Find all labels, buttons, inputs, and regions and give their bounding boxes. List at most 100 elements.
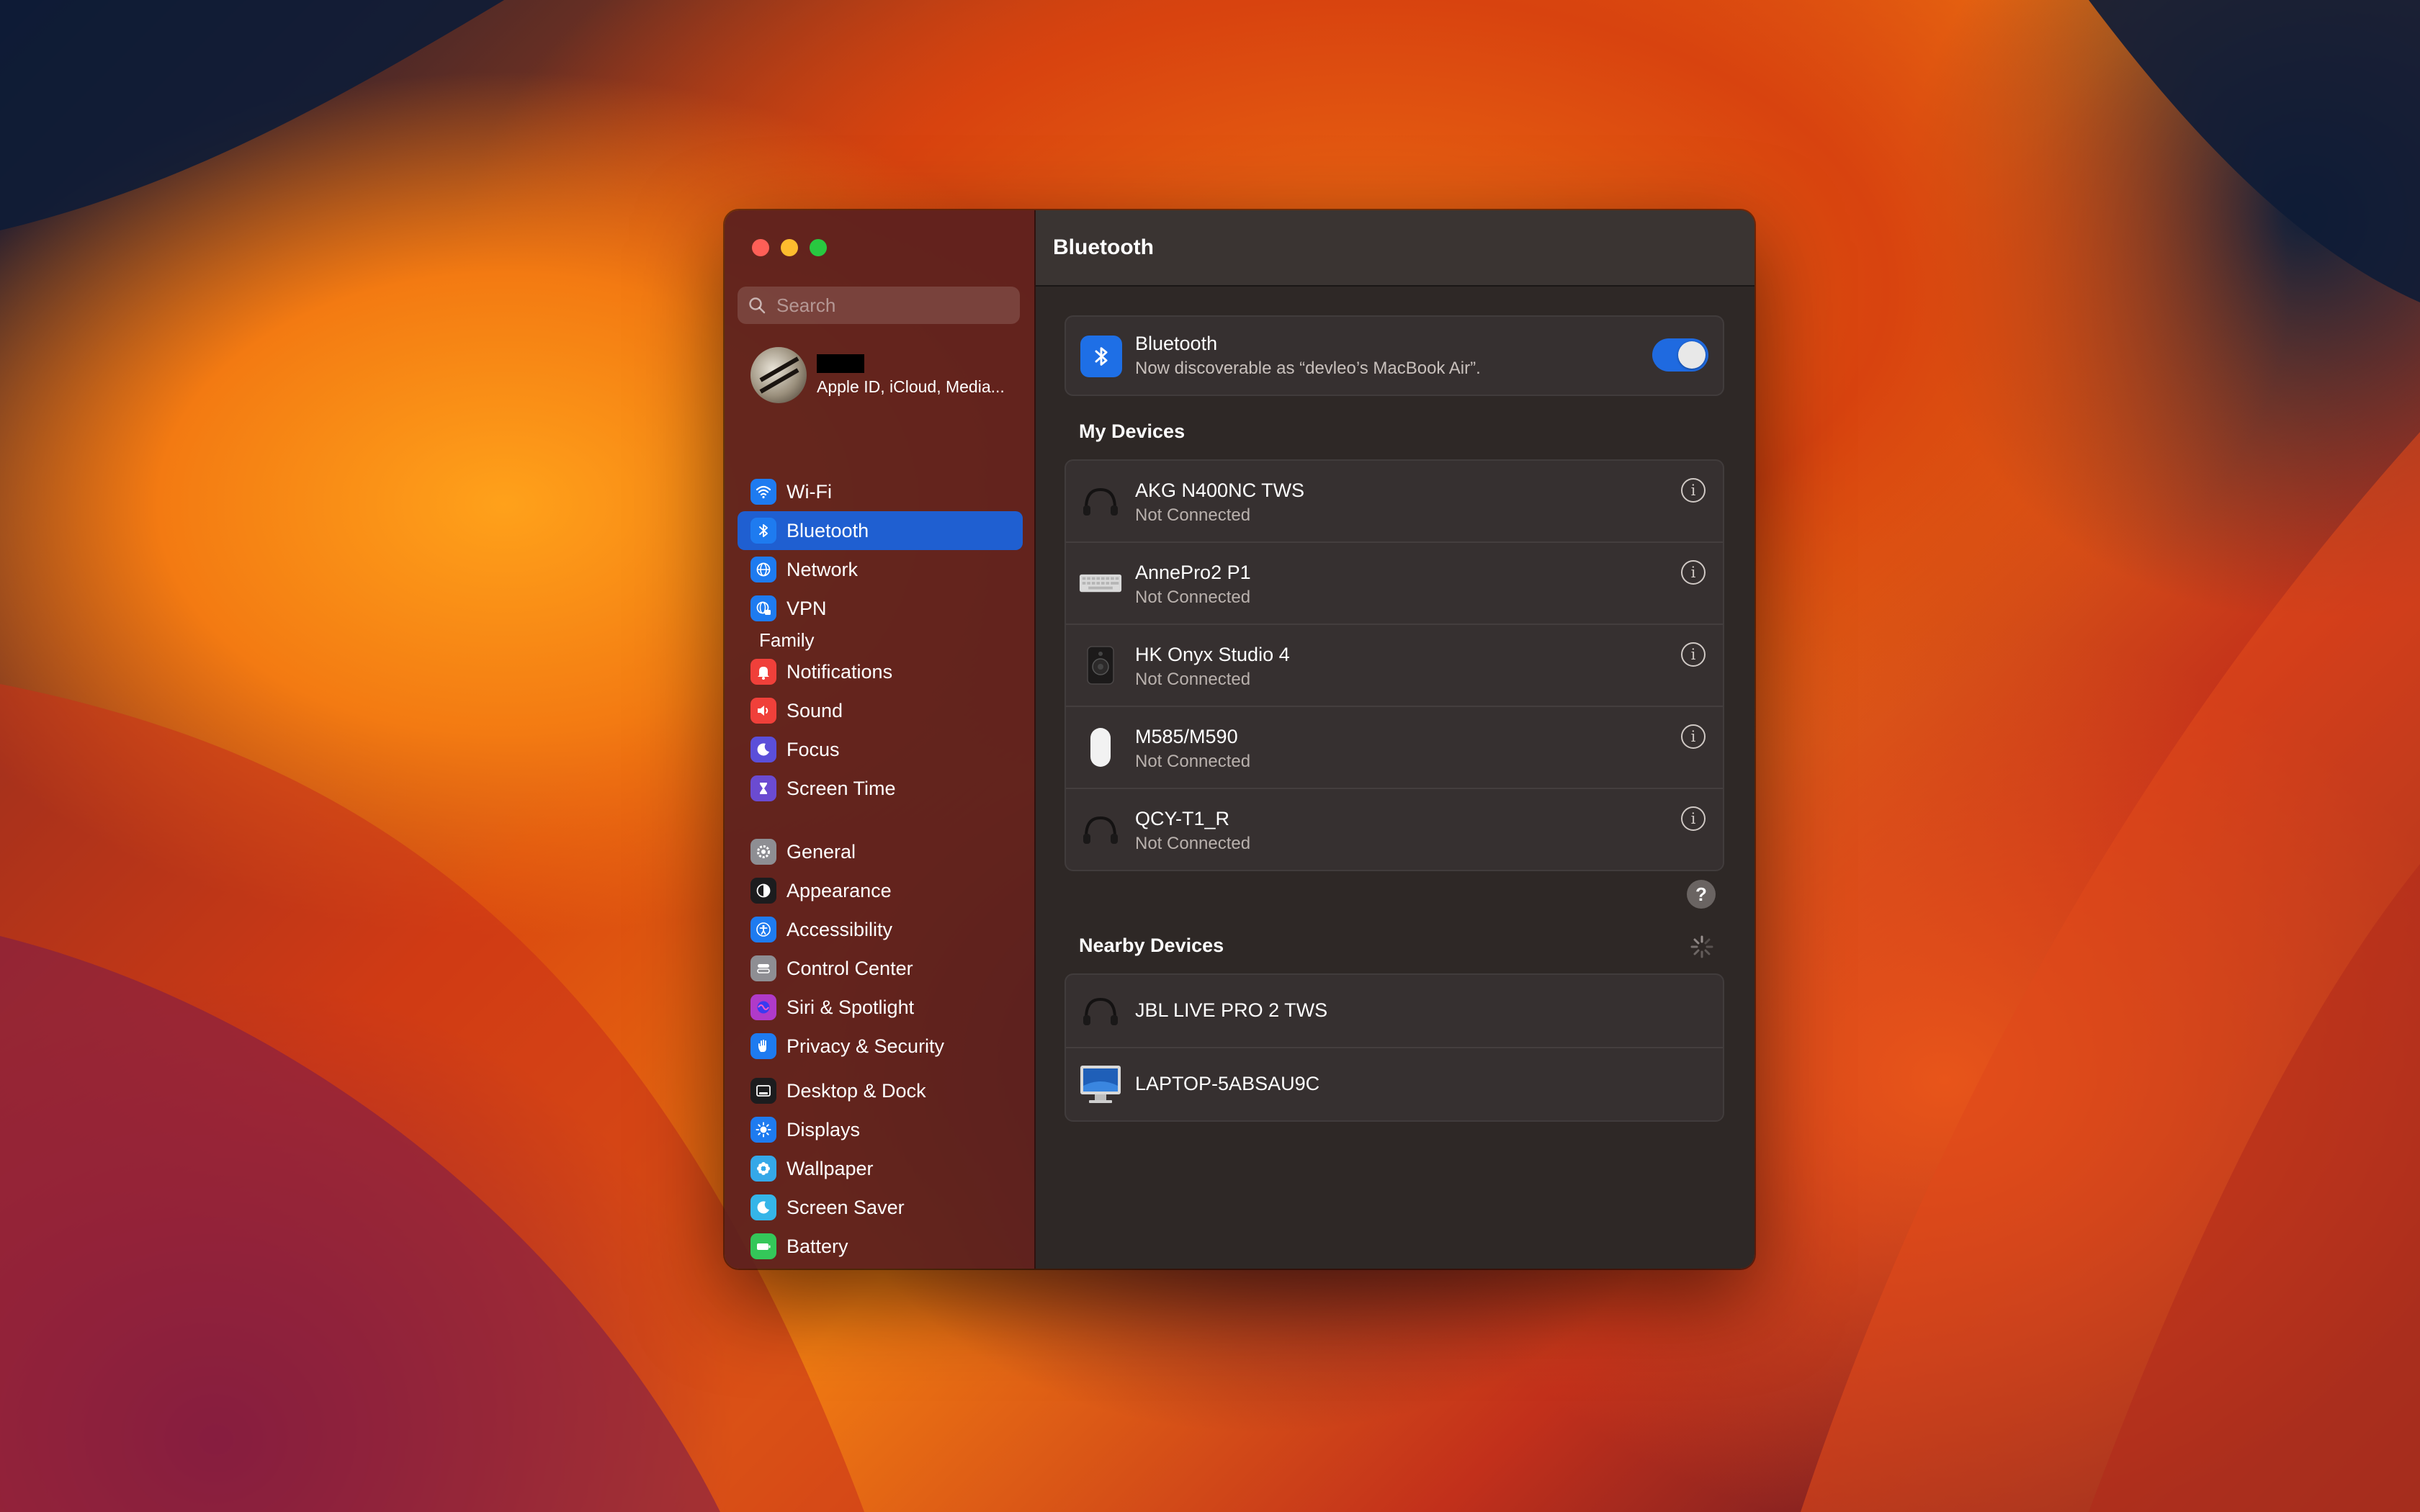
maximize-window-button[interactable]	[810, 239, 827, 256]
sidebar-group: Wi-Fi Bluetooth Network VPN	[738, 472, 1023, 628]
dock-icon	[750, 1078, 776, 1104]
loading-spinner-icon	[1690, 935, 1713, 958]
device-row[interactable]: QCY-T1_R Not Connected i	[1066, 789, 1723, 870]
sidebar-item-family[interactable]: Family	[759, 629, 815, 652]
sidebar-item-displays[interactable]: Displays	[738, 1110, 1023, 1149]
bluetooth-icon	[1080, 336, 1122, 377]
sidebar-item-siri-and-spotlight[interactable]: Siri & Spotlight	[738, 988, 1023, 1027]
sidebar-group: Notifications Sound Focus Screen Time	[738, 652, 1023, 808]
nearby-device-row[interactable]: JBL LIVE PRO 2 TWS	[1066, 975, 1723, 1048]
sidebar-item-general[interactable]: General	[738, 832, 1023, 871]
sidebar-item-screen-saver[interactable]: Screen Saver	[738, 1188, 1023, 1227]
sidebar-item-label: Wi-Fi	[786, 480, 832, 503]
sidebar-item-label: Sound	[786, 699, 843, 721]
sidebar-item-label: Screen Saver	[786, 1196, 905, 1218]
avatar	[750, 347, 807, 403]
moon-icon	[750, 737, 776, 762]
help-button[interactable]: ?	[1687, 880, 1716, 909]
sidebar-item-wallpaper[interactable]: Wallpaper	[738, 1149, 1023, 1188]
control-center-icon	[750, 955, 776, 981]
device-status: Not Connected	[1135, 752, 1251, 771]
profile-subtitle: Apple ID, iCloud, Media...	[817, 377, 1005, 396]
keyboard-icon	[1079, 563, 1122, 603]
device-info-button[interactable]: i	[1681, 560, 1706, 585]
minimize-window-button[interactable]	[781, 239, 798, 256]
sidebar-item-label: Notifications	[786, 660, 893, 683]
sidebar-item-label: Screen Time	[786, 777, 896, 799]
device-row[interactable]: HK Onyx Studio 4 Not Connected i	[1066, 625, 1723, 707]
sidebar-item-screen-time[interactable]: Screen Time	[738, 769, 1023, 808]
device-name: LAPTOP-5ABSAU9C	[1135, 1073, 1320, 1094]
sidebar-item-sound[interactable]: Sound	[738, 691, 1023, 730]
device-info-button[interactable]: i	[1681, 642, 1706, 667]
device-info-button[interactable]: i	[1681, 806, 1706, 831]
sidebar-item-accessibility[interactable]: Accessibility	[738, 910, 1023, 949]
device-status: Not Connected	[1135, 588, 1251, 607]
monitor-icon	[1079, 1064, 1122, 1104]
earbuds-icon	[1079, 991, 1122, 1031]
hourglass-icon	[750, 775, 776, 801]
sidebar-item-label: Privacy & Security	[786, 1035, 945, 1057]
bluetooth-toggle-card: Bluetooth Now discoverable as “devleo’s …	[1065, 315, 1724, 396]
device-row[interactable]: M585/M590 Not Connected i	[1066, 707, 1723, 789]
sidebar-item-wi-fi[interactable]: Wi-Fi	[738, 472, 1023, 511]
close-window-button[interactable]	[752, 239, 769, 256]
earbuds-icon	[1079, 481, 1122, 521]
device-info-button[interactable]: i	[1681, 724, 1706, 749]
device-name: M585/M590	[1135, 726, 1238, 747]
sidebar-item-battery[interactable]: Battery	[738, 1227, 1023, 1266]
sidebar-item-label: Siri & Spotlight	[786, 996, 915, 1018]
sidebar-item-label: Wallpaper	[786, 1157, 874, 1179]
bell-icon	[750, 659, 776, 685]
device-info-button[interactable]: i	[1681, 478, 1706, 503]
bluetooth-toggle[interactable]	[1652, 338, 1708, 372]
mouse-icon	[1079, 727, 1122, 768]
sidebar-item-privacy-and-security[interactable]: Privacy & Security	[738, 1027, 1023, 1066]
sidebar-item-vpn[interactable]: VPN	[738, 589, 1023, 628]
sidebar-group: Desktop & Dock Displays Wallpaper Screen Sa…	[738, 1071, 1023, 1266]
device-name: AnnePro2 P1	[1135, 562, 1251, 583]
system-settings-window: Apple ID, iCloud, Media... Family Wi-Fi B…	[725, 210, 1754, 1269]
sidebar-item-desktop-and-dock[interactable]: Desktop & Dock	[738, 1071, 1023, 1110]
sidebar-item-label: Focus	[786, 738, 840, 760]
apple-id-profile[interactable]: Apple ID, iCloud, Media...	[750, 347, 1005, 403]
page-title: Bluetooth	[1053, 235, 1154, 259]
speaker-icon	[750, 698, 776, 724]
sidebar-item-label: Accessibility	[786, 918, 893, 940]
sidebar-item-label: Control Center	[786, 957, 913, 979]
my-devices-list: AKG N400NC TWS Not Connected i AnnePro2 P1 N…	[1065, 459, 1724, 871]
sidebar-item-control-center[interactable]: Control Center	[738, 949, 1023, 988]
speaker-device-icon	[1079, 645, 1122, 685]
sidebar-item-bluetooth[interactable]: Bluetooth	[738, 511, 1023, 550]
device-status: Not Connected	[1135, 505, 1251, 525]
nearby-devices-list: JBL LIVE PRO 2 TWS LAPTOP-5ABSAU9C	[1065, 973, 1724, 1122]
sidebar-item-notifications[interactable]: Notifications	[738, 652, 1023, 691]
sidebar-item-label: Network	[786, 558, 859, 580]
nearby-devices-heading: Nearby Devices	[1079, 935, 1224, 956]
device-name: QCY-T1_R	[1135, 808, 1230, 829]
sidebar-item-appearance[interactable]: Appearance	[738, 871, 1023, 910]
sidebar-item-label: Battery	[786, 1235, 848, 1257]
sidebar-item-network[interactable]: Network	[738, 550, 1023, 589]
bluetooth-label: Bluetooth	[1135, 333, 1218, 354]
toolbar: Bluetooth	[1036, 210, 1754, 287]
wifi-icon	[750, 479, 776, 505]
search-icon	[749, 297, 766, 314]
nearby-device-row[interactable]: LAPTOP-5ABSAU9C	[1066, 1048, 1723, 1120]
sidebar-item-label: Bluetooth	[786, 519, 869, 541]
device-name: HK Onyx Studio 4	[1135, 644, 1290, 665]
device-row[interactable]: AnnePro2 P1 Not Connected i	[1066, 543, 1723, 625]
battery-icon	[750, 1233, 776, 1259]
device-row[interactable]: AKG N400NC TWS Not Connected i	[1066, 461, 1723, 543]
sidebar-item-focus[interactable]: Focus	[738, 730, 1023, 769]
search-field[interactable]	[738, 287, 1020, 324]
search-input[interactable]	[775, 293, 1008, 318]
bluetooth-icon	[750, 518, 776, 544]
device-status: Not Connected	[1135, 834, 1251, 853]
sidebar-item-label: VPN	[786, 597, 827, 619]
accessibility-icon	[750, 917, 776, 942]
my-devices-heading: My Devices	[1079, 420, 1186, 442]
globe-icon	[750, 557, 776, 582]
device-name: AKG N400NC TWS	[1135, 480, 1305, 501]
discoverable-text: Now discoverable as “devleo’s MacBook Ai…	[1135, 359, 1481, 378]
